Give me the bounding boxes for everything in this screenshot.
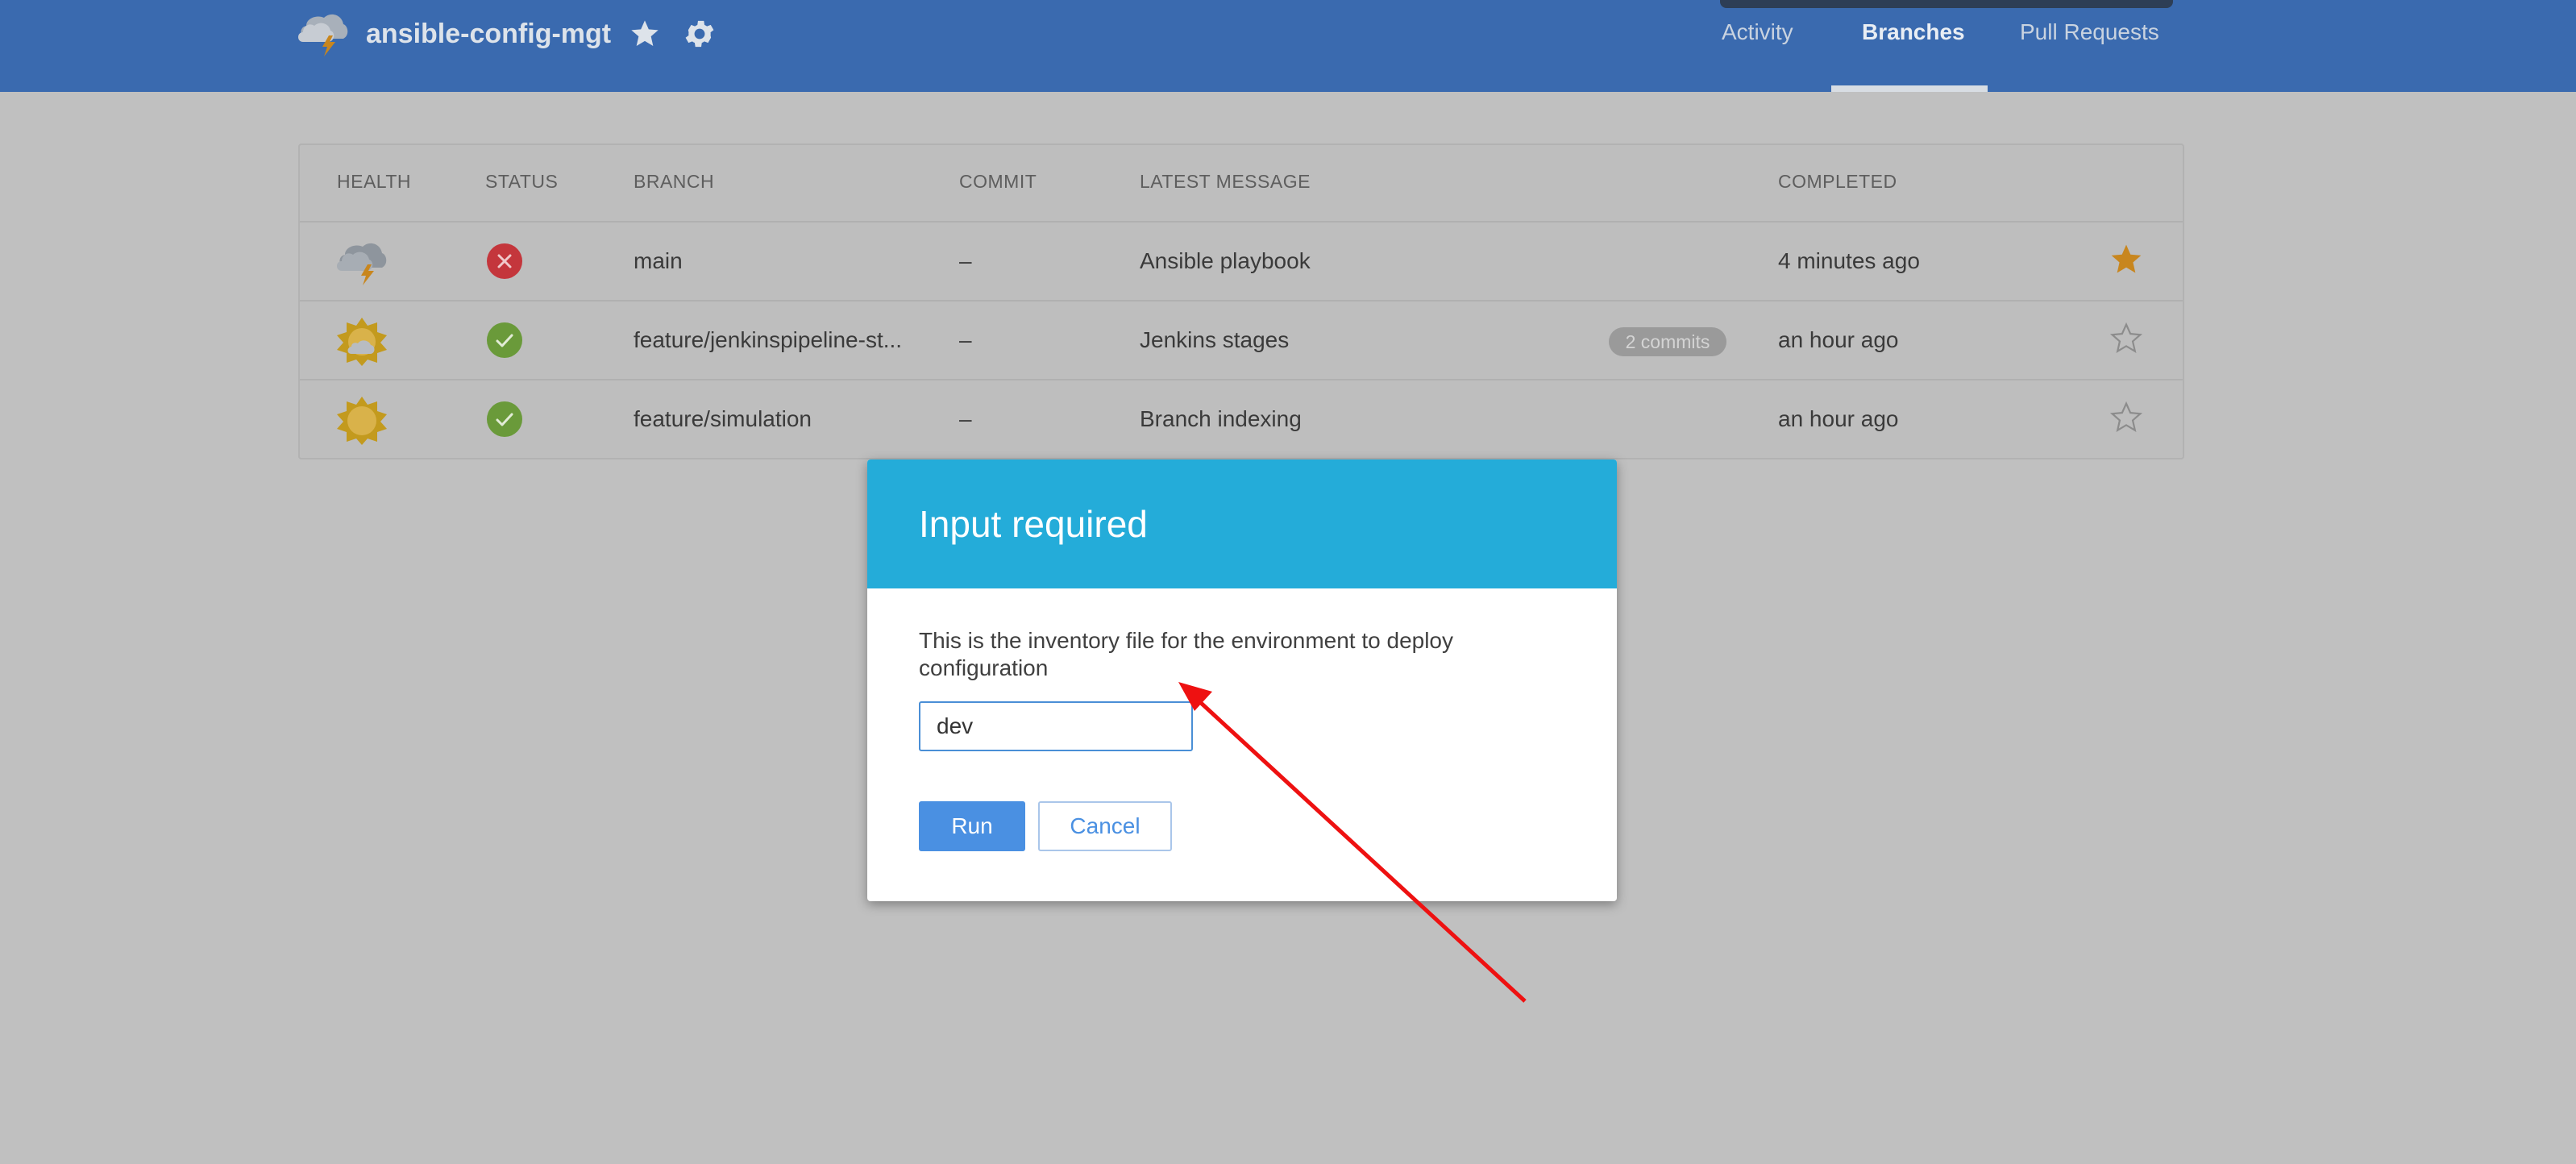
tab-pull-requests[interactable]: Pull Requests: [2020, 19, 2159, 45]
active-tab-indicator: [1831, 85, 1988, 92]
completed-time: 4 minutes ago: [1778, 248, 1920, 273]
failed-status-icon: [487, 243, 522, 279]
weather-stormy-icon: [337, 243, 387, 285]
column-header-health: HEALTH: [337, 171, 412, 192]
inventory-input[interactable]: [919, 701, 1193, 751]
branch-name[interactable]: feature/jenkinspipeline-st...: [634, 327, 902, 353]
cancel-button[interactable]: Cancel: [1038, 801, 1172, 851]
favorite-star-outline-icon[interactable]: [2109, 400, 2144, 435]
completed-time: an hour ago: [1778, 327, 1899, 352]
column-header-branch: BRANCH: [634, 171, 715, 192]
branch-name[interactable]: main: [634, 248, 683, 274]
row-divider: [300, 379, 2183, 380]
repo-name[interactable]: ansible-config-mgt: [366, 19, 611, 50]
latest-message: Branch indexing: [1140, 406, 1302, 431]
branch-name[interactable]: feature/simulation: [634, 406, 812, 432]
favorite-star-filled-icon[interactable]: [2109, 242, 2144, 277]
tab-branches[interactable]: Branches: [1862, 19, 1965, 45]
commit-id: –: [959, 248, 972, 273]
commits-count-badge: 2 commits: [1609, 327, 1726, 356]
column-header-status: STATUS: [485, 171, 559, 192]
favorite-star-icon[interactable]: [629, 18, 661, 50]
latest-message: Jenkins stages: [1140, 327, 1290, 352]
row-divider: [300, 300, 2183, 301]
success-status-icon: [487, 322, 522, 358]
weather-partly-sunny-icon: [337, 318, 387, 366]
weather-sunny-icon: [337, 397, 387, 445]
column-header-latest-message: LATEST MESSAGE: [1140, 171, 1311, 192]
column-header-commit: COMMIT: [959, 171, 1037, 192]
settings-gear-icon[interactable]: [682, 16, 717, 52]
dialog-header: Input required: [867, 459, 1617, 588]
weather-stormy-icon: [298, 14, 348, 56]
dialog-description: This is the inventory file for the envir…: [919, 628, 1454, 680]
success-status-icon: [487, 401, 522, 437]
input-required-dialog: Input required This is the inventory fil…: [867, 459, 1617, 901]
column-header-completed: COMPLETED: [1778, 171, 1897, 192]
header-overlay-tab: [1720, 0, 2173, 8]
repo-brand: ansible-config-mgt: [297, 11, 717, 56]
tab-activity[interactable]: Activity: [1722, 19, 1793, 45]
dialog-title: Input required: [919, 503, 1148, 545]
commit-id: –: [959, 327, 972, 352]
completed-time: an hour ago: [1778, 406, 1899, 431]
run-button[interactable]: Run: [919, 801, 1025, 851]
favorite-star-outline-icon[interactable]: [2109, 321, 2144, 356]
commit-id: –: [959, 406, 972, 431]
dialog-body: This is the inventory file for the envir…: [867, 588, 1617, 851]
latest-message: Ansible playbook: [1140, 248, 1311, 273]
top-header: ansible-config-mgt Activity Branches Pul…: [0, 0, 2576, 92]
row-divider: [300, 221, 2183, 222]
dialog-actions: Run Cancel: [919, 801, 1565, 851]
